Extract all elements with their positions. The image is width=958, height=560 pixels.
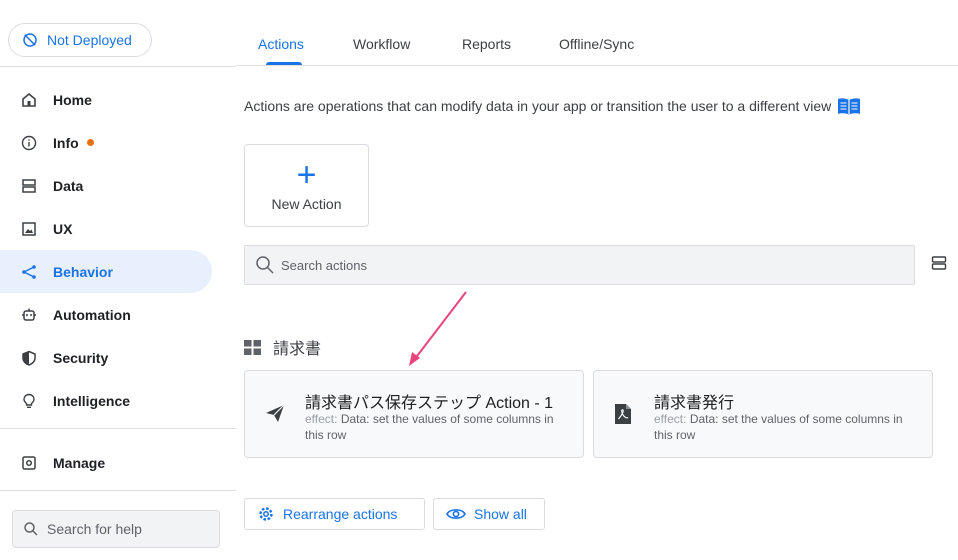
active-tab-indicator: [266, 62, 302, 65]
rearrange-actions-button[interactable]: Rearrange actions: [244, 498, 425, 530]
effect-label: effect:: [654, 412, 687, 426]
sidebar-item-label: Automation: [53, 306, 131, 323]
tab-actions[interactable]: Actions: [258, 36, 304, 52]
send-icon: [265, 403, 285, 428]
gear-icon: [20, 454, 38, 472]
sidebar-item-label: Manage: [53, 454, 106, 471]
rearrange-actions-label: Rearrange actions: [283, 506, 398, 522]
sidebar-item-label: Security: [53, 349, 109, 366]
new-action-button[interactable]: + New Action: [244, 144, 369, 227]
plus-icon: +: [296, 155, 317, 194]
divider: [0, 428, 236, 429]
search-icon: [24, 522, 38, 536]
search-actions-placeholder: Search actions: [281, 257, 367, 273]
description-text: Actions are operations that can modify d…: [244, 98, 832, 114]
action-group-title: 請求書: [244, 335, 321, 359]
sidebar-item-label: UX: [53, 220, 73, 237]
robot-icon: [20, 306, 38, 324]
sidebar-nav: Home Info Data UX Behavior Automation Se…: [0, 78, 236, 422]
sidebar-item-label: Info: [53, 134, 79, 151]
show-all-button[interactable]: Show all: [433, 498, 545, 530]
notification-dot: [86, 139, 94, 146]
pdf-icon: [614, 403, 632, 430]
annotation-arrow: [409, 291, 467, 366]
sidebar-item-manage[interactable]: Manage: [0, 441, 212, 484]
grid-icon: [244, 339, 261, 355]
action-card-title: 請求書発行: [654, 395, 735, 412]
sidebar-item-home[interactable]: Home: [0, 78, 212, 121]
divider: [0, 490, 236, 491]
search-icon: [256, 256, 274, 274]
action-card-effect: effect: Data: set the values of some col…: [305, 411, 567, 443]
gear-icon: [259, 507, 273, 521]
page-description: Actions are operations that can modify d…: [244, 97, 861, 115]
tab-offline-sync[interactable]: Offline/Sync: [559, 36, 634, 52]
effect-text: Data: set the values of some columns in …: [654, 412, 903, 442]
action-card[interactable]: 請求書発行 effect: Data: set the values of so…: [593, 370, 933, 458]
sidebar-item-label: Intelligence: [53, 392, 131, 409]
sidebar-item-security[interactable]: Security: [0, 336, 212, 379]
list-view-icon: [931, 256, 947, 270]
info-icon: [20, 134, 38, 152]
cloud-off-icon: [23, 33, 37, 47]
show-all-label: Show all: [474, 506, 527, 522]
image-icon: [20, 220, 38, 238]
book-icon[interactable]: [837, 97, 861, 115]
tab-bar: Actions Workflow Reports Offline/Sync: [236, 0, 958, 66]
sidebar-item-label: Home: [53, 91, 92, 108]
sidebar-item-info[interactable]: Info: [0, 121, 212, 164]
tab-workflow[interactable]: Workflow: [353, 36, 410, 52]
view-toggle-button[interactable]: [931, 255, 947, 276]
divider: [0, 66, 236, 67]
help-search-placeholder: Search for help: [47, 521, 142, 537]
action-card[interactable]: 請求書パス保存ステップ Action - 1 effect: Data: set…: [244, 370, 584, 458]
sidebar-item-data[interactable]: Data: [0, 164, 212, 207]
home-icon: [20, 91, 38, 109]
sidebar-item-intelligence[interactable]: Intelligence: [0, 379, 212, 422]
sidebar-item-ux[interactable]: UX: [0, 207, 212, 250]
data-icon: [20, 177, 38, 195]
action-card-title: 請求書パス保存ステップ Action - 1: [305, 395, 554, 412]
eye-icon: [446, 509, 466, 519]
deploy-status-label: Not Deployed: [47, 32, 132, 48]
sidebar-item-label: Behavior: [53, 263, 113, 280]
behavior-icon: [20, 263, 38, 281]
sidebar: Not Deployed Home Info Data UX Behavior …: [0, 0, 236, 560]
effect-label: effect:: [305, 412, 338, 426]
tab-reports[interactable]: Reports: [462, 36, 511, 52]
help-search-input[interactable]: Search for help: [12, 510, 220, 548]
effect-text: Data: set the values of some columns in …: [305, 412, 554, 442]
new-action-label: New Action: [271, 195, 342, 212]
shield-icon: [20, 349, 38, 367]
action-card-effect: effect: Data: set the values of some col…: [654, 411, 916, 443]
group-title-text: 請求書: [273, 341, 322, 358]
lightbulb-icon: [20, 392, 38, 410]
sidebar-item-behavior[interactable]: Behavior: [0, 250, 212, 293]
sidebar-item-automation[interactable]: Automation: [0, 293, 212, 336]
search-actions-input[interactable]: Search actions: [244, 245, 915, 285]
sidebar-item-label: Data: [53, 177, 84, 194]
deploy-status-button[interactable]: Not Deployed: [8, 23, 152, 57]
